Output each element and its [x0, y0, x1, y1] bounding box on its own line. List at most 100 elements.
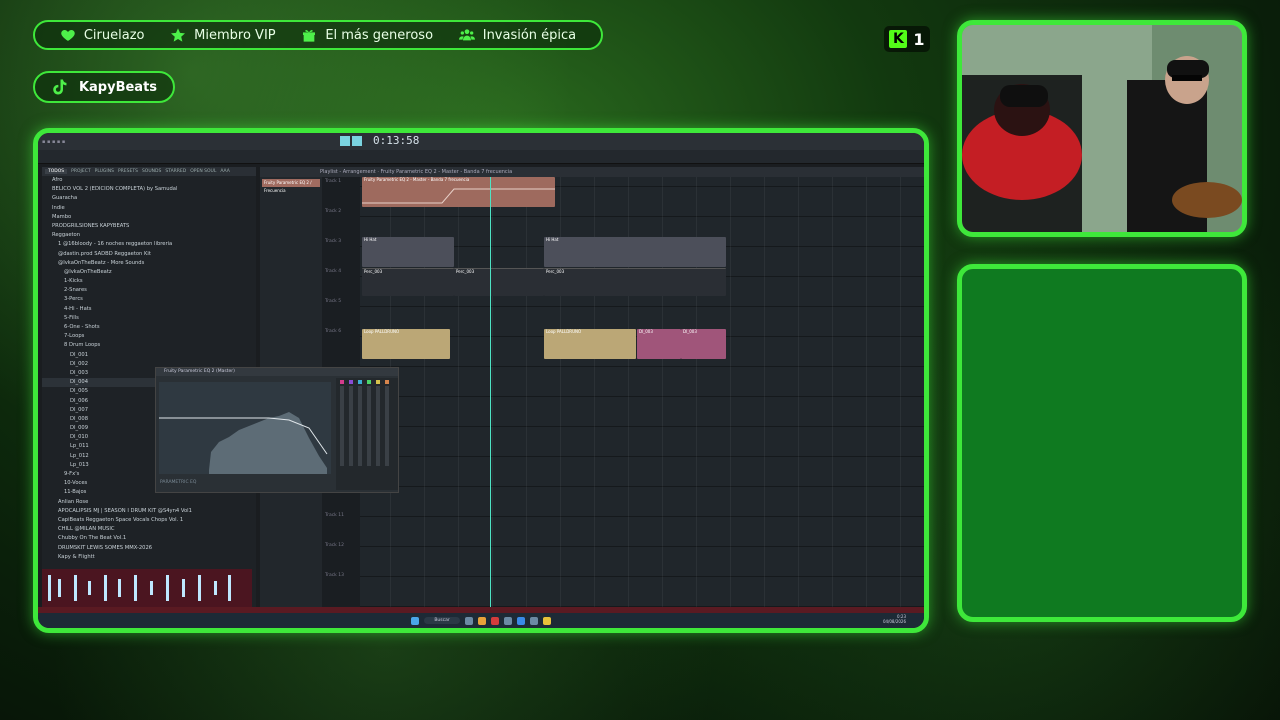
daw-menu-bar: ▪ ▪ ▪ ▪ ▪ [38, 133, 924, 150]
browser-item[interactable]: 8 Drum Loops [42, 341, 256, 350]
app-icon[interactable] [503, 616, 512, 625]
group-icon [458, 29, 475, 41]
track-label: Track 5 [325, 299, 342, 304]
tiktok-label: KapyBeats [78, 79, 158, 95]
webcam-frame [957, 20, 1247, 237]
clip-label: Perc_003 [546, 269, 565, 274]
browser-item[interactable]: @IvkaOnTheBeatz [42, 268, 256, 277]
tiktok-handle-pill: KapyBeats [33, 71, 175, 103]
browser-tabs: TODOS PROJECT PLUGINS PRESETS SOUNDS STA… [42, 167, 256, 176]
pattern-item[interactable]: Fruity Parametric EQ 2 / Frecuencia [262, 179, 320, 193]
browser-item[interactable]: @dastin.prod SADBD Reggaeton Kit [42, 250, 256, 259]
browser-item[interactable]: Indie [42, 204, 256, 213]
browser-item[interactable]: 3-Percs [42, 295, 256, 304]
webcam-image [962, 25, 1242, 232]
browser-item[interactable]: PRODGRILSIONES KAPYBEATS [42, 222, 256, 231]
browser-item[interactable]: Guaracha [42, 194, 256, 203]
browser-item[interactable]: Chubby On The Beat Vol.1 [42, 534, 256, 543]
track-label: Track 4 [325, 269, 342, 274]
kick-logo-icon: K [889, 30, 908, 48]
browser-tab[interactable]: SOUNDS [142, 169, 161, 174]
browser-item[interactable]: 1-Kicks [42, 277, 256, 286]
loop-clip[interactable]: DI_003 [681, 329, 726, 359]
browser-tab[interactable]: STARRED [165, 169, 186, 174]
browser-item[interactable]: APOCALIPSIS MJ | SEASON I DRUM KIT @S4yn… [42, 507, 256, 516]
daw-tool-button[interactable] [340, 136, 350, 146]
browser-item[interactable]: 1 @16bloody - 16 noches reggaeton librer… [42, 240, 256, 249]
app-icon[interactable] [477, 616, 486, 625]
app-icon[interactable] [542, 616, 551, 625]
browser-item[interactable]: 5-Fills [42, 314, 256, 323]
stat-label: Ciruelazo [83, 27, 145, 43]
browser-item[interactable]: 4-Hi - Hats [42, 305, 256, 314]
overlay-green-panel [957, 264, 1247, 622]
mixer-faders [340, 380, 389, 466]
taskbar-search[interactable]: Buscar [424, 617, 460, 624]
clip-label: Loop PALLDRUNO [364, 329, 400, 334]
mixer-strip [336, 378, 398, 490]
browser-tab[interactable]: AAA [220, 169, 230, 174]
clip-label: Loop PALLDRUNO [546, 329, 582, 334]
browser-tab[interactable]: PROJECT [71, 169, 90, 174]
browser-tab[interactable]: OPEN SOUL [190, 169, 216, 174]
track-label: Track 13 [325, 573, 344, 578]
browser-item[interactable]: CapiBeats Reggaeton Space Vocals Chops V… [42, 516, 256, 525]
screen-capture-frame: ▪ ▪ ▪ ▪ ▪ 0:13:58 TODOS PROJECT PLUGINS … [33, 128, 929, 633]
hihat-clip[interactable]: Hi Hat [362, 237, 454, 267]
stat-label: Invasión épica [482, 27, 577, 43]
daw-tool-button[interactable] [352, 136, 362, 146]
browser-item[interactable]: 7-Loops [42, 332, 256, 341]
browser-item[interactable]: DRUMSKIT LEWIS SOMES MMX-2026 [42, 544, 256, 553]
browser-item[interactable]: @IvkaOnTheBeatz - More Sounds [42, 259, 256, 268]
app-icon[interactable] [529, 616, 538, 625]
stat-mas-generoso: El más generoso [301, 27, 433, 43]
stat-label: Miembro VIP [194, 27, 276, 43]
eq-footer: PARAMETRIC EQ [160, 480, 197, 485]
app-icon[interactable] [516, 616, 525, 625]
os-taskbar: Buscar 0:23 04/08/2026 [38, 613, 924, 628]
daw-toolbar [38, 150, 924, 164]
perc-clip[interactable]: Perc_003 [454, 268, 544, 296]
loop-clip[interactable]: Loop PALLDRUNO [362, 329, 450, 359]
daw-menu-text: ▪ ▪ ▪ ▪ ▪ [42, 138, 66, 145]
stat-label: El más generoso [325, 27, 434, 43]
kick-viewer-count: 1 [913, 29, 925, 49]
browser-tab[interactable]: PRESETS [118, 169, 138, 174]
app-icon[interactable] [490, 616, 499, 625]
loop-clip[interactable]: Loop PALLDRUNO [544, 329, 636, 359]
loop-clip[interactable]: DI_003 [637, 329, 681, 359]
perc-clip[interactable]: Perc_003 [544, 268, 726, 296]
clip-label: DI_003 [683, 329, 697, 334]
daw-time-display: 0:13:58 [373, 134, 420, 147]
perc-clip[interactable]: Perc_003 [362, 268, 454, 296]
browser-item[interactable]: BELICO VOL 2 (EDICION COMPLETA) by Samud… [42, 185, 256, 194]
browser-tab[interactable]: TODOS [45, 169, 68, 174]
playlist-track-area[interactable]: Track 1 Track 2 Track 3 Track 4 Track 5 … [322, 177, 924, 607]
browser-tab[interactable]: PLUGINS [95, 169, 114, 174]
windows-start-icon[interactable] [411, 616, 420, 625]
app-icon[interactable] [464, 616, 473, 625]
track-label: Track 11 [325, 513, 344, 518]
eq-window-title: Fruity Parametric EQ 2 (Master) [156, 368, 398, 376]
browser-item[interactable]: Afro [42, 176, 256, 185]
automation-clip[interactable]: Fruity Parametric EQ 2 - Master - Banda … [362, 177, 555, 207]
browser-item[interactable]: Anlian Rose [42, 498, 256, 507]
eq-spectrum [159, 412, 328, 474]
playlist-title: Playlist - Arrangement · Fruity Parametr… [260, 167, 924, 177]
playhead[interactable] [490, 177, 491, 607]
hihat-clip[interactable]: Hi Hat [544, 237, 726, 267]
browser-item[interactable]: Reggaeton [42, 231, 256, 240]
browser-item[interactable]: 6-One - Shots [42, 323, 256, 332]
browser-item[interactable]: 2-Snares [42, 286, 256, 295]
heart-icon [61, 30, 75, 41]
browser-item[interactable]: CHILL @MILAN MUSIC [42, 525, 256, 534]
browser-item[interactable]: Kapy & Flightt [42, 553, 256, 562]
kick-viewer-badge: K 1 [884, 26, 930, 52]
browser-item[interactable]: DI_001 [42, 351, 256, 360]
gift-icon [303, 30, 316, 42]
parametric-eq-window[interactable]: Fruity Parametric EQ 2 (Master) PARAMETR… [155, 367, 399, 493]
browser-item[interactable]: Mambo [42, 213, 256, 222]
sample-waveform-preview [42, 569, 252, 607]
automation-curve [362, 188, 555, 204]
eq-graph[interactable] [159, 382, 331, 474]
